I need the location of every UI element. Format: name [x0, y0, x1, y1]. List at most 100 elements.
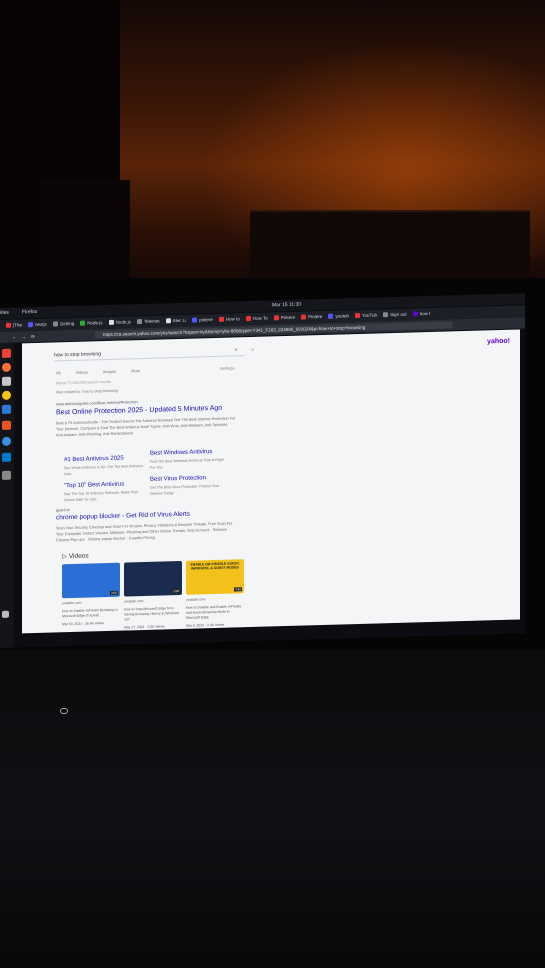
mouse-cursor: [60, 708, 68, 714]
ubuntu-dock: [0, 342, 14, 648]
sublink-title[interactable]: "Top 10" Best Antivirus: [64, 482, 124, 490]
browser-tab[interactable]: YouTub: [354, 309, 377, 322]
browser-tab[interactable]: how t: [412, 308, 431, 320]
activities-button[interactable]: ities: [0, 308, 9, 319]
tab-favicon-icon: [354, 313, 360, 319]
vscode-icon[interactable]: [2, 452, 11, 462]
software-icon[interactable]: [2, 420, 11, 430]
sublink-desc: See Which Antivirus Is Up. Get The Best …: [64, 464, 144, 476]
browser-tab[interactable]: youtub: [328, 310, 349, 323]
video-title[interactable]: How to Stop Microsoft Edge from Saving B…: [124, 606, 182, 623]
settings-link[interactable]: Settings: [220, 365, 234, 370]
sublink-desc: Get The Best Virus Protection. Protect Y…: [150, 483, 219, 496]
browser-tab[interactable]: How to: [218, 313, 240, 326]
video-card[interactable]: 3:00 youtube.com How to Disable InPrivat…: [62, 562, 120, 628]
browser-tab[interactable]: Node.js: [80, 317, 103, 330]
video-duration: 1:00: [172, 588, 180, 594]
tab-label: Alec Li: [172, 317, 187, 324]
tab-label: pintere: [199, 317, 213, 323]
tab-favicon-icon: [245, 316, 251, 322]
show-apps-icon[interactable]: [2, 610, 9, 618]
rhythmbox-icon[interactable]: [2, 390, 11, 400]
tab-label: Getting: [59, 320, 75, 327]
clear-icon[interactable]: ✕: [234, 345, 238, 355]
tab-favicon-icon: [165, 318, 171, 324]
browser-tab[interactable]: Getting: [52, 318, 75, 331]
video-thumbnail[interactable]: 3:00: [62, 562, 120, 599]
sublink-title[interactable]: Best Virus Protection: [150, 475, 206, 483]
tab-favicon-icon: [52, 321, 58, 327]
tab-favicon-icon: [28, 322, 34, 328]
browser-tab[interactable]: Alec Li: [165, 315, 187, 328]
video-thumbnail[interactable]: ENABLE OR DISABLE GUEST, INPRIVATE, & GU…: [186, 559, 244, 595]
tab-favicon-icon: [218, 317, 224, 323]
ad-title-link[interactable]: Best Online Protection 2025 - Updated 5 …: [56, 405, 222, 417]
trash-icon[interactable]: [2, 470, 11, 480]
files-icon[interactable]: [2, 376, 11, 386]
videos-heading: ▷ Videos: [62, 552, 89, 561]
ad-url: www.antivirusguide.com/Best-Internet/Pro…: [56, 400, 138, 407]
chair-silhouette: [40, 180, 130, 290]
tab-label: [The: [13, 322, 23, 328]
writer-icon[interactable]: [2, 404, 11, 414]
video-card[interactable]: 1:00 youtube.com How to Stop Microsoft E…: [124, 560, 182, 631]
ad2-url: guard.io: [56, 508, 70, 513]
nav-buttons[interactable]: ←→⟳: [12, 331, 40, 343]
video-duration: 4:30: [234, 587, 242, 592]
monitor-screen: ities Firefox Mar 15 11:30 [The nextjs Get…: [0, 293, 525, 648]
tab-label: How to: [225, 316, 240, 322]
browser-tab[interactable]: Telemet: [136, 316, 160, 329]
browser-tab[interactable]: Pintere: [301, 311, 322, 324]
tab-label: Telemet: [143, 318, 160, 324]
also-try[interactable]: Also related to: how to stop browsing: [56, 389, 118, 395]
app-menu[interactable]: Firefox: [22, 307, 37, 318]
browser-tab[interactable]: How To: [245, 313, 268, 326]
help-icon[interactable]: [2, 436, 11, 446]
search-filters: All Videos Images More: [56, 368, 152, 375]
search-input[interactable]: how to stop browsing ✕ ⌕: [54, 345, 254, 362]
tab-label: nextjs: [35, 321, 47, 328]
browser-tab[interactable]: Node.js: [108, 316, 131, 329]
browser-tab[interactable]: nextjs: [28, 319, 47, 332]
browser-tab[interactable]: Pintere: [273, 312, 296, 325]
video-thumbnail[interactable]: 1:00: [124, 560, 182, 597]
tab-favicon-icon: [136, 319, 142, 325]
browser-tab[interactable]: [The: [6, 319, 22, 331]
video-meta: Mar 19, 2021 · 26.6K Views: [62, 621, 104, 627]
tab-label: Sign out: [390, 311, 407, 318]
ad2-description: Scan Your Security Checkup and Scan For …: [56, 521, 233, 543]
sublink-title[interactable]: Best Windows Antivirus: [150, 449, 212, 457]
tab-label: Pintere: [280, 314, 296, 321]
yahoo-results-page: how to stop browsing ✕ ⌕ yahoo! All Vide…: [22, 329, 520, 634]
browser-tab[interactable]: Sign out: [383, 309, 407, 322]
video-card[interactable]: ENABLE OR DISABLE GUEST, INPRIVATE, & GU…: [186, 559, 244, 629]
sublink-desc: Find The Best Windows Antivirus That Is …: [150, 457, 224, 470]
ad2-title-link[interactable]: chrome popup blocker - Get Rid of Virus …: [56, 511, 190, 522]
yahoo-logo[interactable]: yahoo!: [487, 338, 510, 346]
video-title[interactable]: How to Disable and Enable InPrivate and …: [186, 604, 244, 621]
firefox-icon[interactable]: [2, 362, 11, 372]
tab-favicon-icon: [273, 315, 279, 321]
tab-label: Node.js: [115, 319, 131, 325]
tab-favicon-icon: [328, 314, 334, 320]
filter-more[interactable]: More: [131, 368, 140, 373]
tab-favicon-icon: [108, 320, 114, 326]
filter-videos[interactable]: Videos: [76, 370, 88, 375]
search-icon[interactable]: ⌕: [251, 345, 254, 355]
tab-favicon-icon: [301, 314, 307, 320]
sublink-title[interactable]: #1 Best Antivirus 2025: [64, 456, 124, 464]
thumbnail-caption: ENABLE OR DISABLE GUEST, INPRIVATE, & GU…: [190, 561, 240, 571]
clock[interactable]: Mar 15 11:30: [272, 300, 301, 312]
filter-all[interactable]: All: [56, 370, 60, 375]
filter-images[interactable]: Images: [103, 369, 116, 374]
tab-label: how t: [419, 310, 431, 317]
chrome-icon[interactable]: [2, 348, 11, 358]
dark-foreground: [0, 650, 545, 968]
video-source: youtube.com: [62, 600, 82, 606]
browser-tab[interactable]: pintere: [192, 314, 213, 327]
video-source: youtube.com: [124, 598, 144, 604]
sublink-desc: See The Top 10 Antivirus Software. Make …: [64, 490, 138, 502]
video-title[interactable]: How to Disable InPrivate Browsing in Mic…: [62, 608, 120, 620]
result-count: About 77,100,000 search results: [56, 379, 111, 386]
tab-label: youtub: [335, 313, 349, 319]
